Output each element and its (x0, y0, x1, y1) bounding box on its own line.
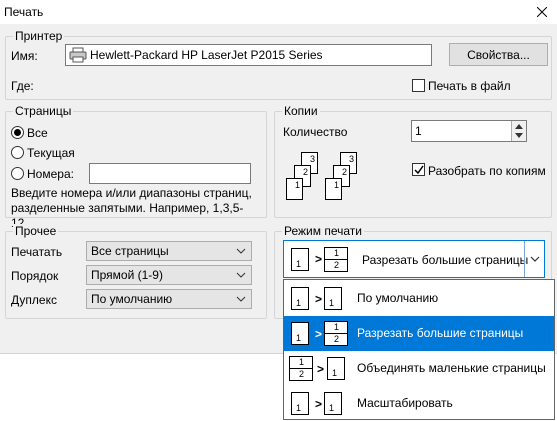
close-button[interactable] (527, 0, 557, 24)
order-value: Прямой (1-9) (91, 268, 163, 282)
chevron-down-icon (236, 272, 246, 278)
print-mode-option-label: Разрезать большие страницы (357, 326, 524, 340)
copies-count-value: 1 (415, 124, 422, 138)
print-mode-option[interactable]: 1 > 1 По умолчанию (284, 281, 554, 316)
chevron-down-icon (530, 256, 540, 262)
combo-page-icon: 1 2 (324, 247, 348, 272)
spin-down-icon[interactable] (515, 133, 523, 139)
pages-numbers-radio[interactable] (11, 167, 24, 180)
default-mode-icon: 1 (291, 287, 309, 310)
chevron-down-icon (236, 248, 246, 254)
combo-page-icon: 1 (291, 248, 309, 271)
duplex-select[interactable]: По умолчанию (86, 289, 252, 309)
pages-all-radio[interactable] (11, 126, 24, 139)
print-range-value: Все страницы (91, 244, 169, 258)
combine-pages-icon: 1 (327, 357, 345, 380)
printer-name-label: Имя: (11, 49, 38, 63)
collate-page-icon: 1 (325, 178, 342, 200)
window-title: Печать (4, 5, 44, 19)
duplex-value: По умолчанию (91, 292, 173, 306)
default-mode-icon: 1 (324, 287, 342, 310)
print-mode-group-title: Режим печати (282, 224, 364, 238)
pages-numbers-label: Номера: (27, 167, 74, 181)
print-range-label: Печатать (11, 245, 63, 259)
print-range-select[interactable]: Все страницы (86, 241, 252, 261)
split-pages-icon: 1 2 (324, 321, 348, 346)
copies-count-label: Количество (283, 125, 348, 139)
print-to-file-label: Печать в файл (428, 79, 511, 93)
print-to-file-checkbox[interactable] (412, 79, 425, 92)
print-mode-dropdown-list: 1 > 1 По умолчанию 1 > 1 2 Разрезать бол… (283, 279, 555, 420)
properties-button-label: Свойства... (467, 47, 530, 62)
close-icon (537, 7, 547, 17)
scale-icon: 1 (324, 392, 342, 415)
other-group-title: Прочее (13, 224, 59, 238)
print-mode-dropdown-button[interactable] (524, 241, 544, 277)
spin-up-icon[interactable] (515, 123, 523, 129)
print-mode-option-label: Объединять маленькие страницы (357, 361, 546, 375)
title-bar: Печать (0, 0, 557, 24)
combine-pages-icon: 1 2 (289, 356, 313, 381)
print-mode-value: Разрезать большие страницы (362, 253, 529, 267)
collate-label: Разобрать по копиям (428, 164, 546, 178)
copies-spinner[interactable] (511, 121, 526, 141)
scale-icon: 1 (291, 392, 309, 415)
pages-current-radio[interactable] (11, 146, 24, 159)
print-mode-option[interactable]: 1 2 > 1 Объединять маленькие страницы (284, 351, 554, 386)
order-label: Порядок (11, 269, 59, 283)
print-mode-option-label: По умолчанию (357, 291, 439, 305)
print-mode-option-label: Масштабировать (357, 396, 453, 410)
copies-group-title: Копии (282, 104, 320, 118)
pages-all-label: Все (27, 126, 48, 140)
duplex-label: Дуплекс (11, 293, 57, 307)
chevron-down-icon (236, 296, 246, 302)
print-mode-combobox[interactable]: 1 > 1 2 Разрезать большие страницы (283, 240, 545, 278)
pages-current-label: Текущая (27, 146, 75, 160)
properties-button[interactable]: Свойства... (449, 43, 548, 66)
printer-group-title: Принтер (13, 29, 65, 43)
checkmark-icon (414, 165, 424, 175)
printer-select[interactable]: Hewlett-Packard HP LaserJet P2015 Series (65, 44, 432, 66)
order-select[interactable]: Прямой (1-9) (86, 265, 252, 285)
printer-location-label: Где: (11, 79, 34, 93)
pages-numbers-input[interactable] (89, 163, 251, 184)
print-mode-option[interactable]: 1 > 1 Масштабировать (284, 386, 554, 421)
copies-count-input[interactable]: 1 (411, 120, 527, 142)
printer-name-value: Hewlett-Packard HP LaserJet P2015 Series (90, 48, 323, 62)
collate-page-icon: 1 (286, 178, 303, 200)
print-mode-option[interactable]: 1 > 1 2 Разрезать большие страницы (284, 316, 554, 351)
pages-group-title: Страницы (13, 104, 74, 118)
printer-icon (69, 47, 87, 63)
collate-checkbox[interactable] (412, 163, 425, 176)
split-pages-icon: 1 (291, 322, 309, 345)
